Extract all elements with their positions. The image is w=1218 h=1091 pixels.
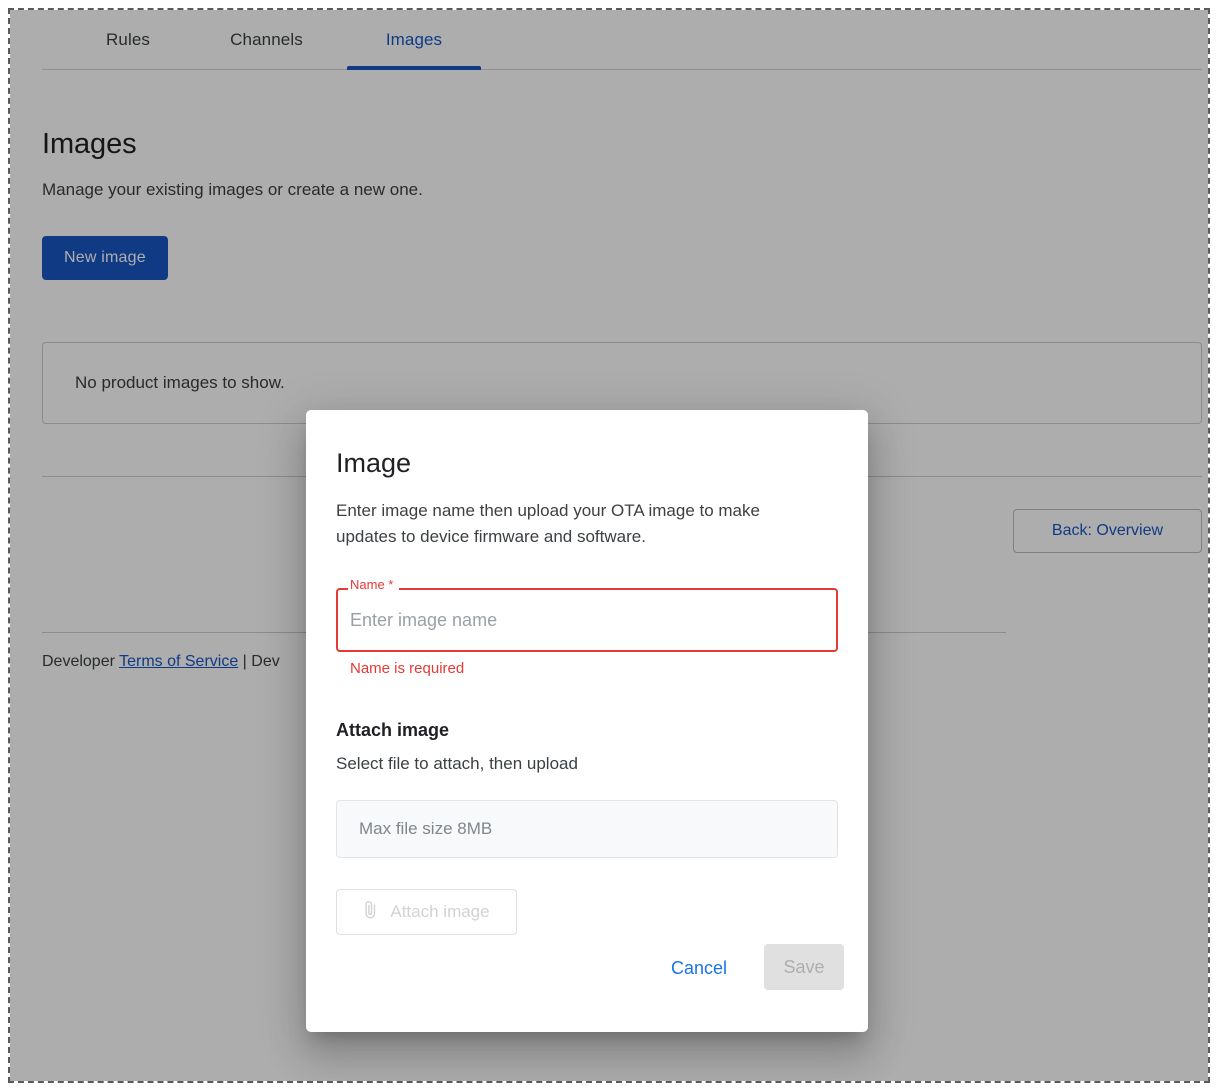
page-content: Rules Channels Images Images Manage your… bbox=[10, 10, 1208, 1081]
name-error-message: Name is required bbox=[350, 660, 465, 677]
save-button[interactable]: Save bbox=[764, 944, 844, 990]
file-dropzone[interactable]: Max file size 8MB bbox=[336, 800, 838, 858]
attach-image-button-label: Attach image bbox=[390, 902, 490, 921]
attach-section-heading: Attach image bbox=[336, 720, 450, 740]
paperclip-icon bbox=[363, 900, 378, 925]
attach-image-button[interactable]: Attach image bbox=[336, 889, 517, 935]
image-dialog: Image Enter image name then upload your … bbox=[306, 410, 868, 1032]
dialog-title: Image bbox=[336, 448, 412, 478]
name-form-field: Name * bbox=[336, 577, 838, 652]
name-input[interactable] bbox=[350, 588, 820, 652]
attach-section-subheading: Select file to attach, then upload bbox=[336, 754, 578, 773]
browser-viewport: Rules Channels Images Images Manage your… bbox=[8, 8, 1210, 1083]
dropzone-text: Max file size 8MB bbox=[359, 819, 493, 838]
dialog-description: Enter image name then upload your OTA im… bbox=[336, 501, 760, 546]
cancel-button[interactable]: Cancel bbox=[659, 948, 739, 988]
